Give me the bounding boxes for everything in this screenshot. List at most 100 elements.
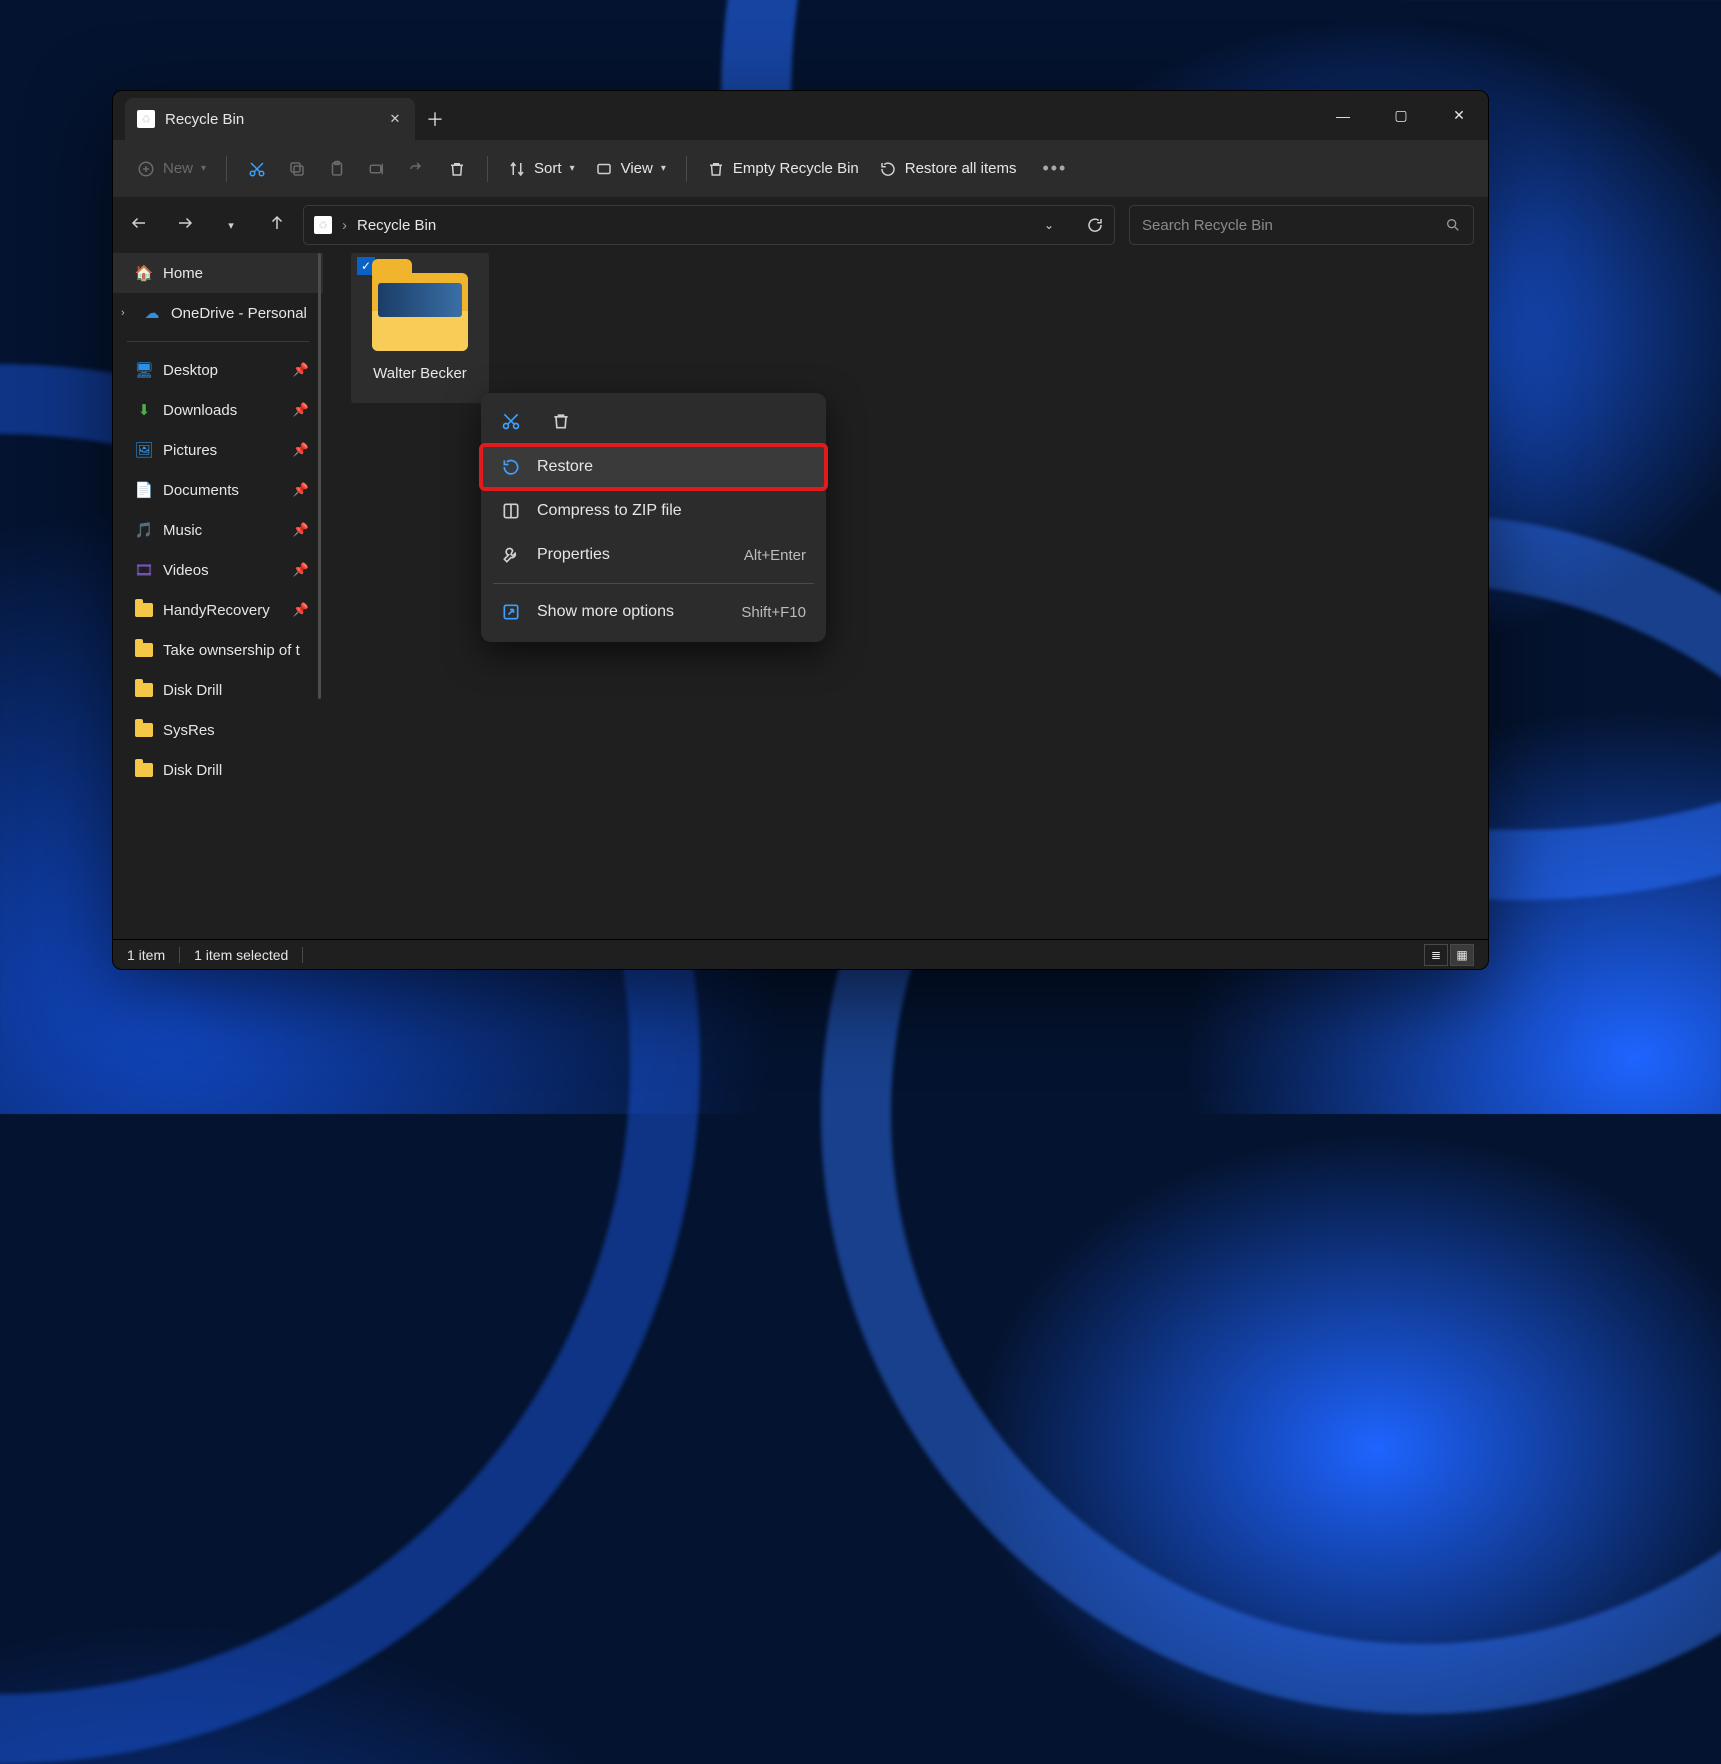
sidebar-item-folder[interactable]: Disk Drill [113, 750, 323, 790]
trash-icon [551, 411, 571, 431]
pin-icon[interactable]: 📌 [293, 482, 309, 498]
minimize-button[interactable]: — [1314, 91, 1372, 140]
pin-icon[interactable]: 📌 [293, 362, 309, 378]
more-button[interactable]: ••• [1032, 149, 1077, 189]
context-properties[interactable]: Properties Alt+Enter [481, 533, 826, 577]
sidebar-item-videos[interactable]: 🎞 Videos 📌 [113, 550, 323, 590]
delete-button[interactable] [437, 149, 477, 189]
context-more-options[interactable]: Show more options Shift+F10 [481, 590, 826, 634]
sidebar-item-label: Music [163, 522, 202, 539]
restore-icon [879, 160, 897, 178]
empty-label: Empty Recycle Bin [733, 160, 859, 177]
sidebar-item-music[interactable]: 🎵 Music 📌 [113, 510, 323, 550]
sidebar-item-documents[interactable]: 📄 Documents 📌 [113, 470, 323, 510]
search-icon [1445, 217, 1461, 233]
chevron-right-icon[interactable]: › [121, 307, 133, 319]
cut-button[interactable] [237, 149, 277, 189]
sidebar-item-onedrive[interactable]: › ☁ OneDrive - Personal [113, 293, 323, 333]
copy-button[interactable] [277, 149, 317, 189]
sidebar-item-label: OneDrive - Personal [171, 305, 307, 322]
rename-icon [368, 160, 386, 178]
pin-icon[interactable]: 📌 [293, 522, 309, 538]
status-count: 1 item [127, 947, 165, 963]
sort-icon [508, 160, 526, 178]
folder-icon [372, 273, 468, 351]
wrench-icon [501, 545, 521, 565]
sidebar-item-label: Videos [163, 562, 209, 579]
sidebar-item-pictures[interactable]: 🖼 Pictures 📌 [113, 430, 323, 470]
view-button[interactable]: View ▾ [585, 149, 676, 189]
trash-icon [448, 160, 466, 178]
chevron-down-icon[interactable]: ⌄ [1044, 218, 1054, 232]
status-selected: 1 item selected [194, 947, 288, 963]
arrow-left-icon [130, 214, 148, 232]
folder-icon [135, 643, 153, 657]
context-compress[interactable]: Compress to ZIP file [481, 489, 826, 533]
desktop-icon: 🖥 [135, 361, 153, 379]
breadcrumb-sep: › [342, 217, 347, 234]
videos-icon: 🎞 [135, 561, 153, 579]
tab-active[interactable]: ♻ Recycle Bin ✕ [125, 98, 415, 140]
sidebar-item-home[interactable]: 🏠 Home [113, 253, 323, 293]
search-input[interactable] [1142, 217, 1445, 234]
pin-icon[interactable]: 📌 [293, 602, 309, 618]
maximize-button[interactable]: ▢ [1372, 91, 1430, 140]
sort-button[interactable]: Sort ▾ [498, 149, 585, 189]
paste-button[interactable] [317, 149, 357, 189]
restore-all-button[interactable]: Restore all items [869, 149, 1027, 189]
shortcut-label: Alt+Enter [744, 547, 806, 564]
sidebar-item-label: Documents [163, 482, 239, 499]
shortcut-label: Shift+F10 [741, 604, 806, 621]
sidebar-item-folder[interactable]: HandyRecovery 📌 [113, 590, 323, 630]
search-box[interactable] [1129, 205, 1474, 245]
back-button[interactable] [127, 214, 151, 237]
recent-button[interactable]: ▾ [219, 219, 243, 232]
up-button[interactable] [265, 214, 289, 237]
view-icon [595, 160, 613, 178]
file-item[interactable]: ✓ Walter Becker [351, 253, 489, 403]
tiles-view-button[interactable]: ▦ [1450, 944, 1474, 966]
cut-button[interactable] [501, 411, 521, 436]
ellipsis-icon: ••• [1042, 158, 1067, 179]
sidebar-item-label: Disk Drill [163, 682, 222, 699]
context-item-label: Restore [537, 458, 593, 476]
rename-button[interactable] [357, 149, 397, 189]
close-tab-icon[interactable]: ✕ [387, 111, 403, 127]
share-button[interactable] [397, 149, 437, 189]
refresh-icon[interactable] [1086, 216, 1104, 234]
expand-icon [501, 602, 521, 622]
zip-icon [501, 501, 521, 521]
pin-icon[interactable]: 📌 [293, 562, 309, 578]
close-window-button[interactable]: ✕ [1430, 91, 1488, 140]
pin-icon[interactable]: 📌 [293, 402, 309, 418]
new-tab-button[interactable]: ＋ [415, 98, 455, 140]
file-pane[interactable]: ✓ Walter Becker Restore [323, 253, 1488, 939]
sidebar-item-label: Disk Drill [163, 762, 222, 779]
sidebar-item-desktop[interactable]: 🖥 Desktop 📌 [113, 350, 323, 390]
copy-icon [288, 160, 306, 178]
sidebar-item-folder[interactable]: Disk Drill [113, 670, 323, 710]
context-restore[interactable]: Restore [481, 445, 826, 489]
delete-button[interactable] [551, 411, 571, 436]
empty-recycle-bin-button[interactable]: Empty Recycle Bin [697, 149, 869, 189]
sidebar-item-folder[interactable]: Take ownsership of t [113, 630, 323, 670]
pin-icon[interactable]: 📌 [293, 442, 309, 458]
breadcrumb[interactable]: Recycle Bin [357, 217, 436, 234]
context-item-label: Properties [537, 546, 610, 564]
forward-button[interactable] [173, 214, 197, 237]
folder-icon [135, 723, 153, 737]
window-controls: — ▢ ✕ [1314, 91, 1488, 140]
tab-title: Recycle Bin [165, 111, 377, 128]
home-icon: 🏠 [135, 264, 153, 282]
details-view-button[interactable]: ≣ [1424, 944, 1448, 966]
cloud-icon: ☁ [143, 304, 161, 322]
new-button[interactable]: New ▾ [127, 149, 216, 189]
sidebar-item-downloads[interactable]: ⬇ Downloads 📌 [113, 390, 323, 430]
sidebar-item-label: HandyRecovery [163, 602, 270, 619]
address-bar[interactable]: ♻ › Recycle Bin ⌄ [303, 205, 1115, 245]
plus-circle-icon [137, 160, 155, 178]
folder-icon [135, 603, 153, 617]
music-icon: 🎵 [135, 521, 153, 539]
chevron-down-icon: ▾ [570, 163, 575, 174]
sidebar-item-folder[interactable]: SysRes [113, 710, 323, 750]
